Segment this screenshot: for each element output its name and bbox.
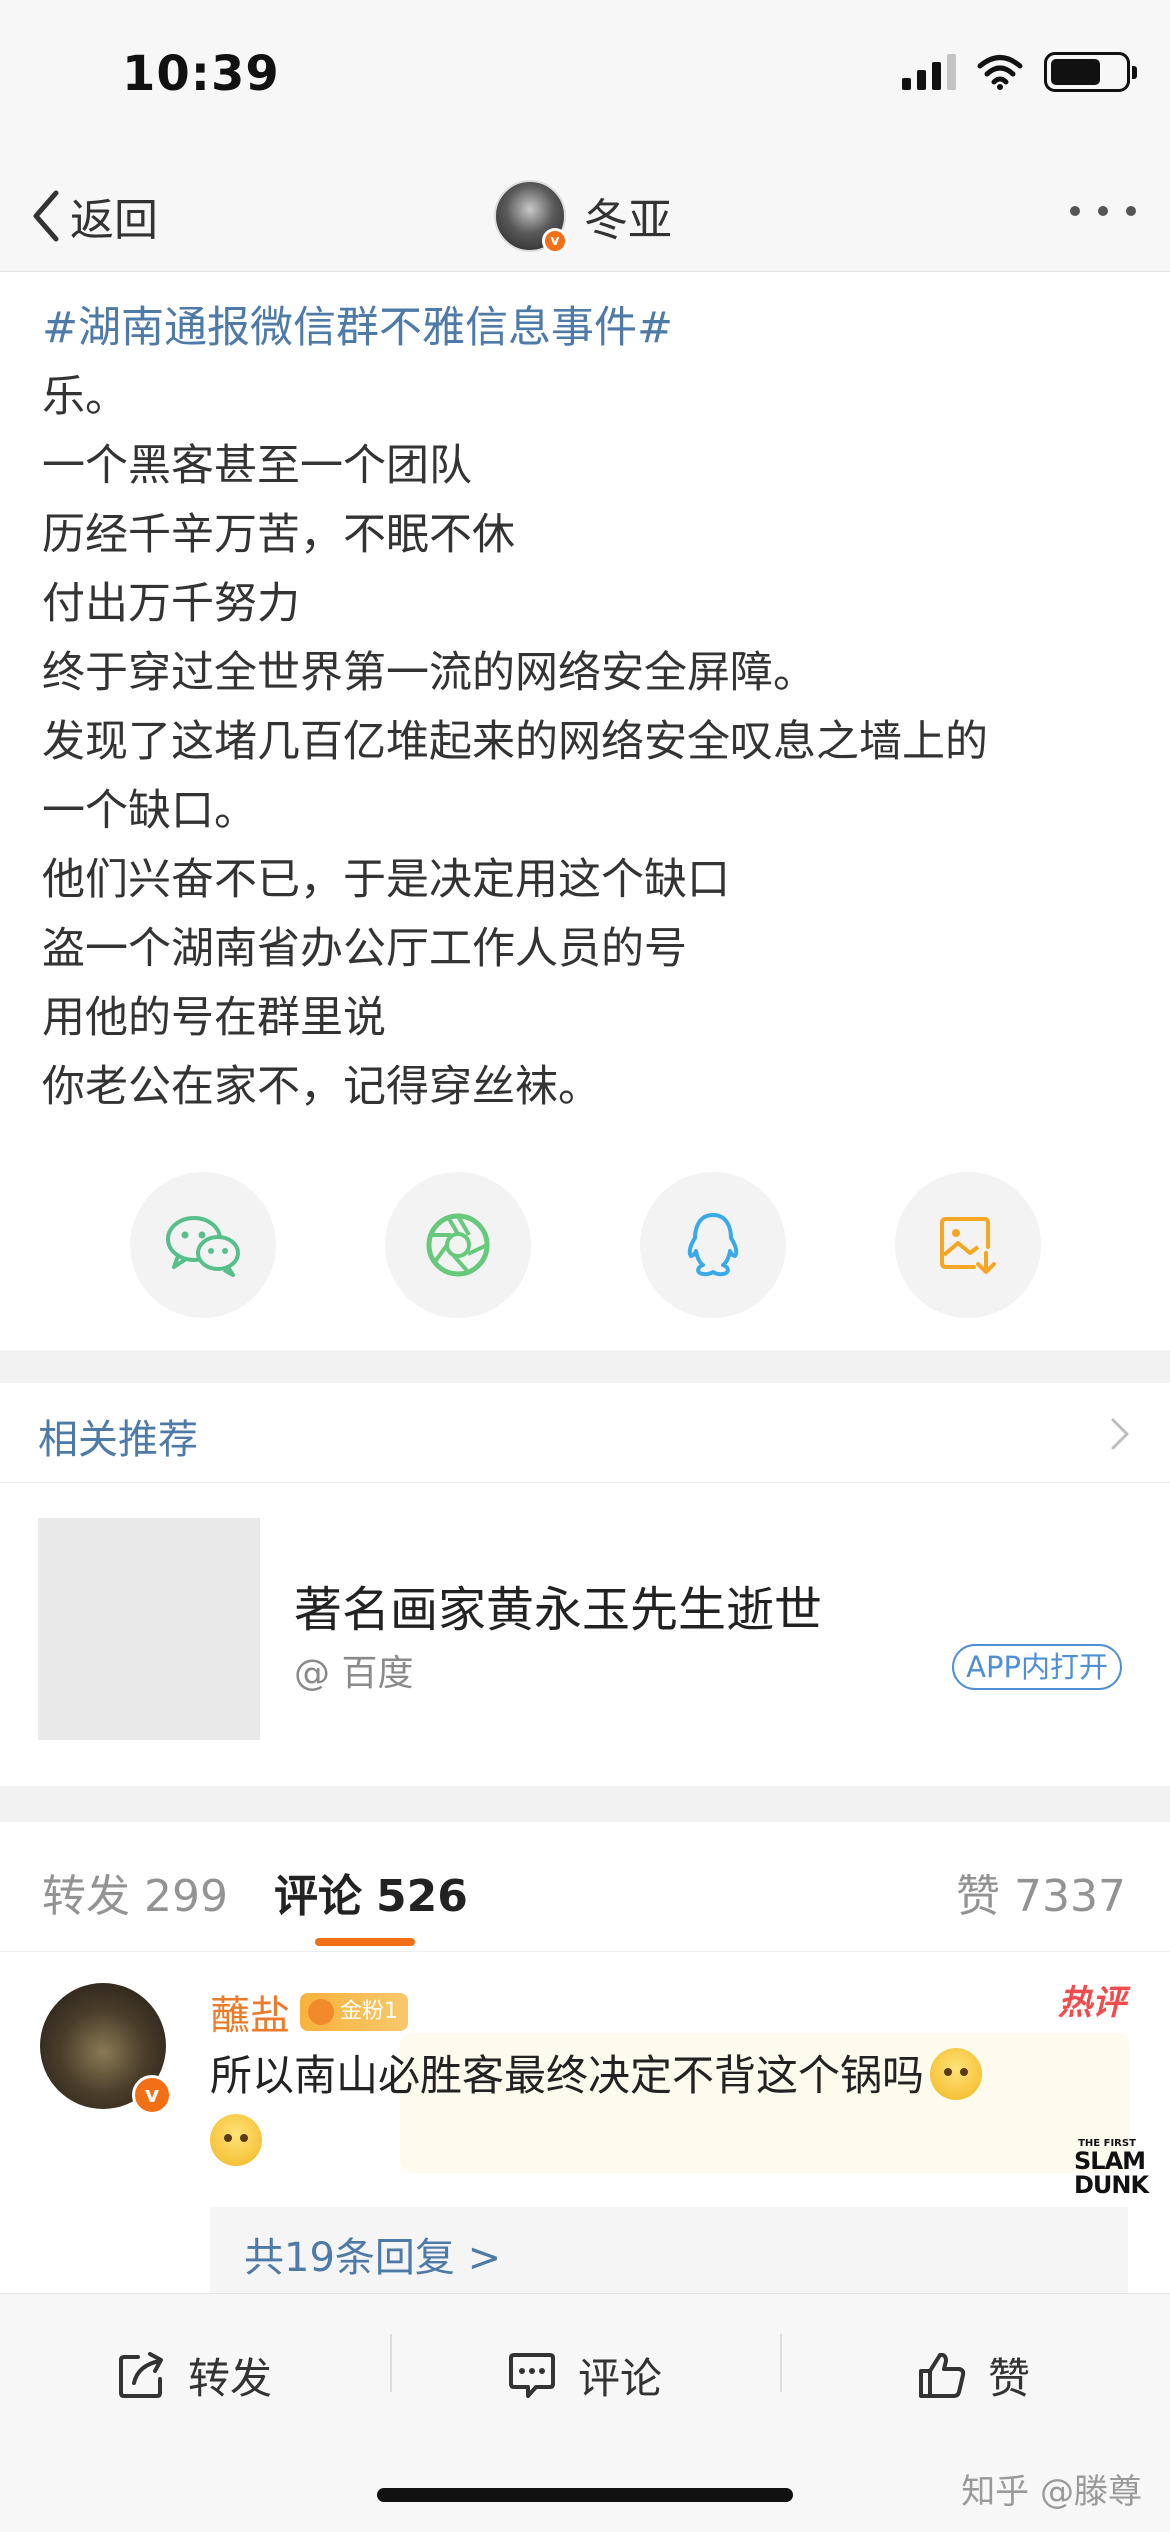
comment-tabs: 转发 299 评论 526 赞 7337 [0, 1822, 1170, 1952]
divider [390, 2334, 392, 2392]
post-line: 付出万千努力 [42, 579, 300, 629]
crying-laugh-emoji-icon [210, 2114, 262, 2166]
post-line: 历经千辛万苦，不眠不休 [42, 510, 515, 560]
save-image-button[interactable] [895, 1172, 1041, 1318]
tab-repost-count: 299 [144, 1871, 228, 1922]
tab-comments-label: 评论 [274, 1871, 362, 1922]
related-thumbnail [38, 1518, 260, 1740]
nav-user-name[interactable]: 冬亚 [584, 184, 672, 248]
status-time: 10:39 [122, 46, 280, 102]
post-line: 发现了这堵几百亿堆起来的网络安全叹息之墙上的 [42, 717, 988, 767]
more-dot-icon [1098, 206, 1108, 216]
post: #湖南通报微信群不雅信息事件# 乐。 一个黑客甚至一个团队 历经千辛万苦，不眠不… [0, 272, 1170, 1350]
comment-user-name[interactable]: 蘸盐 [210, 1983, 290, 2041]
fan-badge-label: 金粉1 [340, 1999, 398, 2024]
verified-badge-icon: v [132, 2075, 172, 2115]
tab-repost-label: 转发 [42, 1871, 130, 1922]
battery-icon [1044, 52, 1137, 92]
related-card[interactable]: 著名画家黄永玉先生逝世 @ 百度 APP内打开 [0, 1484, 1170, 1786]
share-row [0, 1172, 1170, 1322]
crying-laugh-emoji-icon [930, 2048, 983, 2100]
app-open-button[interactable]: APP内打开 [952, 1644, 1122, 1690]
post-line: 终于穿过全世界第一流的网络安全屏障。 [42, 648, 816, 698]
share-qq-button[interactable] [640, 1172, 786, 1318]
tab-comments[interactable]: 评论 526 [274, 1860, 468, 1924]
like-label: 赞 [988, 2353, 1031, 2403]
share-icon [119, 2352, 163, 2398]
wifi-icon [977, 55, 1023, 90]
slam-dunk-sticker: THE FIRST SLAM DUNK [1074, 2138, 1149, 2199]
hashtag-link[interactable]: #湖南通报微信群不雅信息事件# [42, 303, 673, 353]
avatar[interactable]: v [494, 180, 568, 254]
nav-bar: 返回 v 冬亚 [0, 160, 1170, 272]
moments-icon [426, 1213, 490, 1277]
comment-body: 所以南山必胜客最终决定不背这个锅吗 [210, 2051, 925, 2100]
post-line: 盗一个湖南省办公厅工作人员的号 [42, 924, 687, 974]
comment-button[interactable]: 评论 [506, 2330, 662, 2420]
chevron-right-icon [1111, 1418, 1129, 1450]
thumbs-up-icon [919, 2352, 966, 2398]
section-divider [0, 1786, 1170, 1822]
tab-repost[interactable]: 转发 299 [42, 1860, 228, 1924]
qq-icon [687, 1213, 739, 1277]
post-line: 他们兴奋不已，于是决定用这个缺口 [42, 855, 730, 905]
share-wechat-button[interactable] [130, 1172, 276, 1318]
back-button[interactable]: 返回 [30, 180, 158, 252]
repost-label: 转发 [188, 2353, 273, 2403]
save-image-icon [940, 1217, 996, 1274]
active-tab-indicator [315, 1938, 415, 1946]
replies-box[interactable]: 共19条回复 > [210, 2207, 1128, 2293]
status-icons [902, 52, 1137, 92]
comment-icon [509, 2353, 555, 2398]
related-headline[interactable]: 著名画家黄永玉先生逝世 [294, 1570, 822, 1640]
more-dot-icon [1126, 206, 1136, 216]
view-replies-link[interactable]: 共19条回复 > [244, 2225, 501, 2283]
wechat-icon [166, 1216, 240, 1277]
comment-user: 蘸盐 金粉1 [210, 1983, 408, 2041]
nav-user[interactable]: v 冬亚 [494, 170, 672, 262]
back-label: 返回 [70, 195, 158, 246]
tab-comments-count: 526 [376, 1871, 468, 1922]
more-dot-icon [1070, 206, 1080, 216]
home-indicator[interactable] [377, 2488, 793, 2502]
comment-label: 评论 [578, 2353, 663, 2403]
tab-likes-count: 7337 [1014, 1871, 1126, 1922]
comment-text: 所以南山必胜客最终决定不背这个锅吗 [210, 2043, 1090, 2175]
cellular-signal-icon [902, 54, 956, 90]
like-button[interactable]: 赞 [916, 2330, 1030, 2420]
fan-badge: 金粉1 [300, 1993, 408, 2031]
tab-likes-label: 赞 [956, 1871, 1001, 1922]
post-line: 用他的号在群里说 [42, 993, 386, 1043]
avatar[interactable]: v [40, 1983, 172, 2115]
hot-comment-tag: 热评 [1058, 1983, 1126, 2023]
post-line: 一个黑客甚至一个团队 [42, 441, 472, 491]
divider [780, 2334, 782, 2392]
section-divider [0, 1350, 1170, 1383]
repost-button[interactable]: 转发 [116, 2330, 272, 2420]
tab-likes[interactable]: 赞 7337 [956, 1860, 1126, 1924]
chevron-left-icon [33, 190, 59, 242]
related-source: @ 百度 [294, 1653, 414, 1694]
share-moments-button[interactable] [385, 1172, 531, 1318]
related-title: 相关推荐 [38, 1417, 198, 1463]
more-options-button[interactable] [1070, 196, 1136, 226]
related-header[interactable]: 相关推荐 [0, 1383, 1170, 1483]
status-bar: 10:39 [0, 0, 1170, 160]
post-line: 乐。 [42, 372, 128, 422]
comment-item: v 蘸盐 金粉1 热评 所以南山必胜客最终决定不背这个锅吗 THE FIRST … [0, 1953, 1170, 2293]
verified-badge-icon: v [542, 228, 568, 254]
watermark: 知乎 @滕尊 [961, 2472, 1142, 2512]
post-line: 你老公在家不，记得穿丝袜。 [42, 1062, 601, 1112]
crown-icon [308, 1999, 334, 2025]
post-line: 一个缺口。 [42, 786, 257, 836]
post-text: #湖南通报微信群不雅信息事件# 乐。 一个黑客甚至一个团队 历经千辛万苦，不眠不… [42, 294, 1142, 1122]
